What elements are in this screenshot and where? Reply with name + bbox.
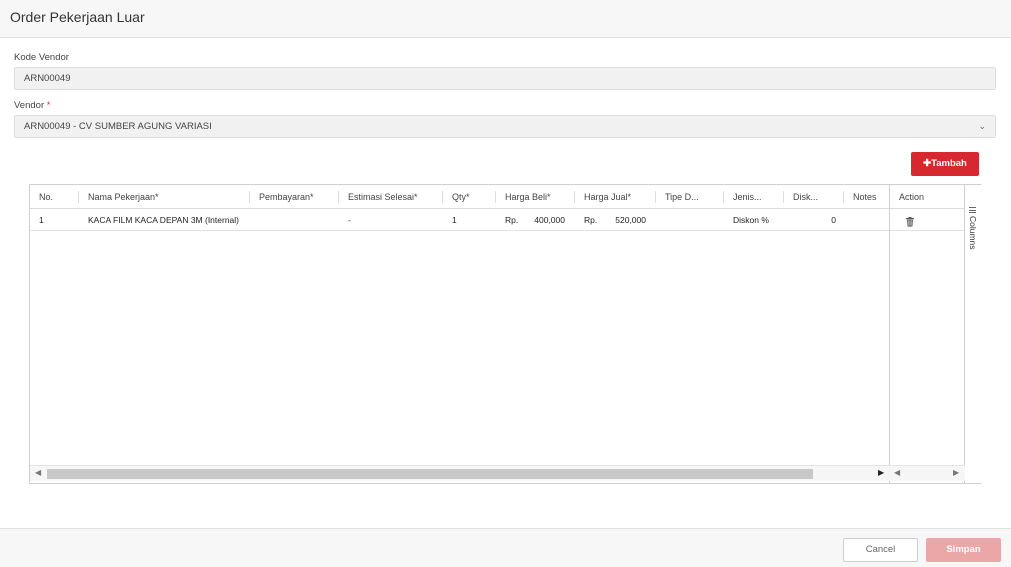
cell-notes[interactable] <box>844 209 889 231</box>
vendor-select-value: ARN00049 - CV SUMBER AGUNG VARIASI <box>24 121 212 132</box>
col-header-diskon[interactable]: Disk... <box>784 185 844 209</box>
col-header-pembayaran[interactable]: Pembayaran* <box>250 185 339 209</box>
cell-qty[interactable]: 1 <box>443 209 496 231</box>
col-header-tipe-diskon[interactable]: Tipe D... <box>656 185 724 209</box>
table-row[interactable]: 1 KACA FILM KACA DEPAN 3M (Internal) - 1… <box>30 209 964 231</box>
modal-header: Order Pekerjaan Luar <box>0 0 1011 38</box>
scrollbar-thumb[interactable] <box>47 469 813 479</box>
col-header-action: Action <box>890 185 964 209</box>
cell-jenis-diskon[interactable]: Diskon % <box>724 209 784 231</box>
col-header-harga-beli[interactable]: Harga Beli* <box>496 185 575 209</box>
cell-harga-beli[interactable]: Rp. 400,000 <box>496 209 575 231</box>
cell-diskon[interactable]: 0 <box>784 209 844 231</box>
harga-beli-value: 400,000 <box>534 215 565 225</box>
col-header-notes[interactable]: Notes <box>844 185 889 209</box>
scroll-left-icon[interactable]: ◀ <box>894 468 900 477</box>
cell-estimasi-selesai[interactable]: - <box>339 209 443 231</box>
chevron-down-icon: ⌄ <box>978 121 986 131</box>
scroll-right-icon[interactable]: ▶ <box>878 468 884 477</box>
columns-icon <box>969 207 976 213</box>
scroll-left-icon[interactable]: ◀ <box>35 468 41 477</box>
cell-no[interactable]: 1 <box>30 209 79 231</box>
col-header-nama-pekerjaan[interactable]: Nama Pekerjaan* <box>79 185 250 209</box>
scroll-right-icon[interactable]: ▶ <box>953 468 959 477</box>
modal-footer: Cancel Simpan <box>0 528 1011 567</box>
cancel-button[interactable]: Cancel <box>843 538 918 562</box>
action-horizontal-scrollbar[interactable]: ◀ ▶ <box>889 465 965 481</box>
save-button[interactable]: Simpan <box>926 538 1001 562</box>
action-column: Action <box>889 185 965 483</box>
cell-nama-pekerjaan[interactable]: KACA FILM KACA DEPAN 3M (Internal) <box>79 209 250 231</box>
required-mark: * <box>46 100 51 111</box>
vendor-label-text: Vendor <box>14 100 45 111</box>
grid-header: No. Nama Pekerjaan* Pembayaran* Estimasi… <box>30 185 964 209</box>
currency-label: Rp. <box>584 215 598 225</box>
cell-pembayaran[interactable] <box>250 209 339 231</box>
columns-tab-label: Columns <box>968 216 978 250</box>
trash-icon[interactable] <box>905 217 915 227</box>
work-order-grid: No. Nama Pekerjaan* Pembayaran* Estimasi… <box>29 184 981 484</box>
horizontal-scrollbar[interactable]: ◀ ▶ <box>30 465 889 481</box>
vendor-select[interactable]: ARN00049 - CV SUMBER AGUNG VARIASI ⌄ <box>14 115 996 138</box>
col-header-qty[interactable]: Qty* <box>443 185 496 209</box>
columns-side-panel: Columns <box>965 185 981 483</box>
col-header-no[interactable]: No. <box>30 185 79 209</box>
add-button-label: Tambah <box>931 158 967 169</box>
columns-tab[interactable]: Columns <box>965 185 981 255</box>
cell-tipe-diskon[interactable] <box>656 209 724 231</box>
add-button[interactable]: ✚Tambah <box>911 152 979 176</box>
col-header-harga-jual[interactable]: Harga Jual* <box>575 185 656 209</box>
plus-icon: ✚ <box>923 158 932 169</box>
col-header-jenis-diskon[interactable]: Jenis... <box>724 185 784 209</box>
kode-vendor-field[interactable]: ARN00049 <box>14 67 996 90</box>
currency-label: Rp. <box>505 215 519 225</box>
harga-jual-value: 520,000 <box>615 215 646 225</box>
modal-title: Order Pekerjaan Luar <box>10 9 145 25</box>
vendor-label: Vendor * <box>14 100 50 111</box>
cell-harga-jual[interactable]: Rp. 520,000 <box>575 209 656 231</box>
col-header-estimasi-selesai[interactable]: Estimasi Selesai* <box>339 185 443 209</box>
kode-vendor-label: Kode Vendor <box>14 52 69 63</box>
